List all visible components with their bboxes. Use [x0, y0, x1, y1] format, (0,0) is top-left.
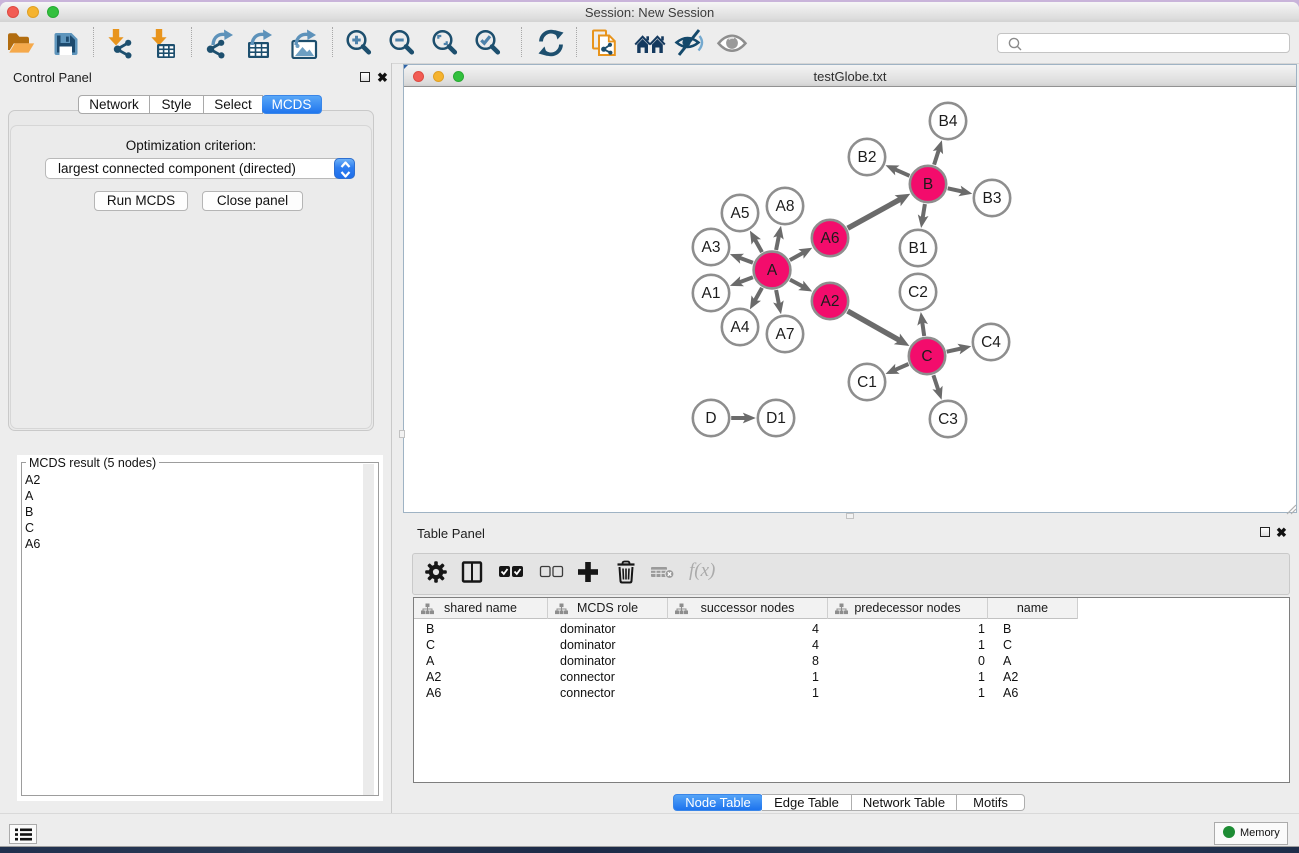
svg-text:A5: A5: [731, 205, 750, 222]
svg-text:D1: D1: [766, 410, 786, 427]
svg-text:C4: C4: [981, 334, 1001, 351]
svg-text:B4: B4: [939, 113, 958, 130]
svg-text:A: A: [767, 262, 778, 279]
svg-text:B2: B2: [858, 149, 877, 166]
svg-text:D: D: [705, 410, 716, 427]
svg-text:A8: A8: [776, 198, 795, 215]
svg-text:C1: C1: [857, 374, 877, 391]
svg-text:C2: C2: [908, 284, 928, 301]
svg-text:A4: A4: [731, 319, 750, 336]
svg-text:A3: A3: [702, 239, 721, 256]
svg-text:C3: C3: [938, 411, 958, 428]
svg-text:A7: A7: [776, 326, 795, 343]
svg-text:B3: B3: [983, 190, 1002, 207]
svg-text:C: C: [921, 348, 932, 365]
svg-text:A1: A1: [702, 285, 721, 302]
svg-text:B: B: [923, 176, 933, 193]
svg-text:A2: A2: [821, 293, 840, 310]
svg-text:A6: A6: [821, 230, 840, 247]
svg-text:B1: B1: [909, 240, 928, 257]
